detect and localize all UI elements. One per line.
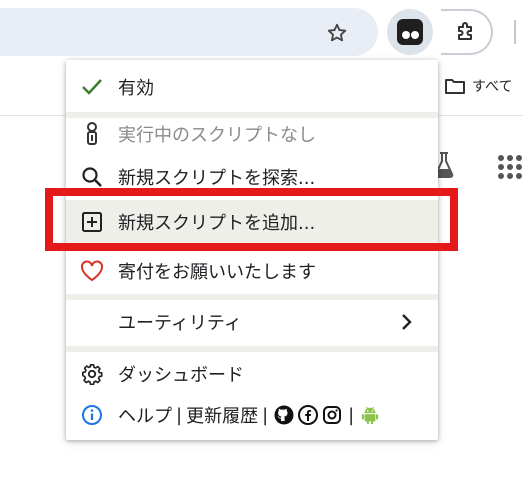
apps-grid-icon[interactable] [497,154,523,184]
utilities-label: ユーティリティ [118,313,242,334]
tampermonkey-icon [397,19,423,45]
menu-item-help-row: ヘルプ | 更新履歴 | | [66,395,438,435]
android-icon[interactable] [360,405,380,425]
menu-item-enabled[interactable]: 有効 [66,67,438,107]
script-running-icon [80,122,104,146]
changelog-link[interactable]: 更新履歴 [186,402,258,428]
menu-item-no-scripts: 実行中のスクリプトなし [66,114,438,154]
gear-icon [80,362,104,386]
help-links: ヘルプ | 更新履歴 | | [118,402,382,428]
bookmark-folder-label: すべて [472,79,513,95]
menu-item-utilities[interactable]: ユーティリティ [66,302,438,342]
no-scripts-label: 実行中のスクリプトなし [118,125,316,146]
facebook-icon[interactable] [298,405,319,425]
folder-icon [445,79,465,94]
help-link[interactable]: ヘルプ [118,402,172,428]
puzzle-icon [458,22,472,40]
donate-label: 寄付をお願いいたします [118,262,316,283]
separator-pipe: | [262,404,269,426]
github-icon[interactable] [274,405,294,425]
separator-pipe: | [176,404,183,426]
browser-toolbar [0,0,523,64]
extensions-puzzle-button[interactable] [441,9,493,55]
bookmark-folder[interactable]: すべて [444,76,512,96]
toolbar-divider [514,20,516,44]
menu-separator [66,346,438,352]
info-icon [80,403,104,427]
bookmark-star-icon[interactable] [320,16,354,50]
menu-item-dashboard[interactable]: ダッシュボード [66,354,438,394]
tampermonkey-extension-button[interactable] [387,9,433,55]
menu-separator [66,294,438,300]
menu-item-donate[interactable]: 寄付をお願いいたします [66,251,438,291]
highlight-annotation-box [45,188,458,251]
dashboard-label: ダッシュボード [118,365,244,386]
separator-pipe: | [348,404,355,426]
check-icon [80,75,104,99]
heart-icon [80,259,104,283]
instagram-icon[interactable] [322,405,342,425]
chevron-right-icon [396,312,416,332]
search-icon [80,165,104,189]
find-scripts-label: 新規スクリプトを探索... [118,168,316,189]
enabled-label: 有効 [118,78,154,99]
